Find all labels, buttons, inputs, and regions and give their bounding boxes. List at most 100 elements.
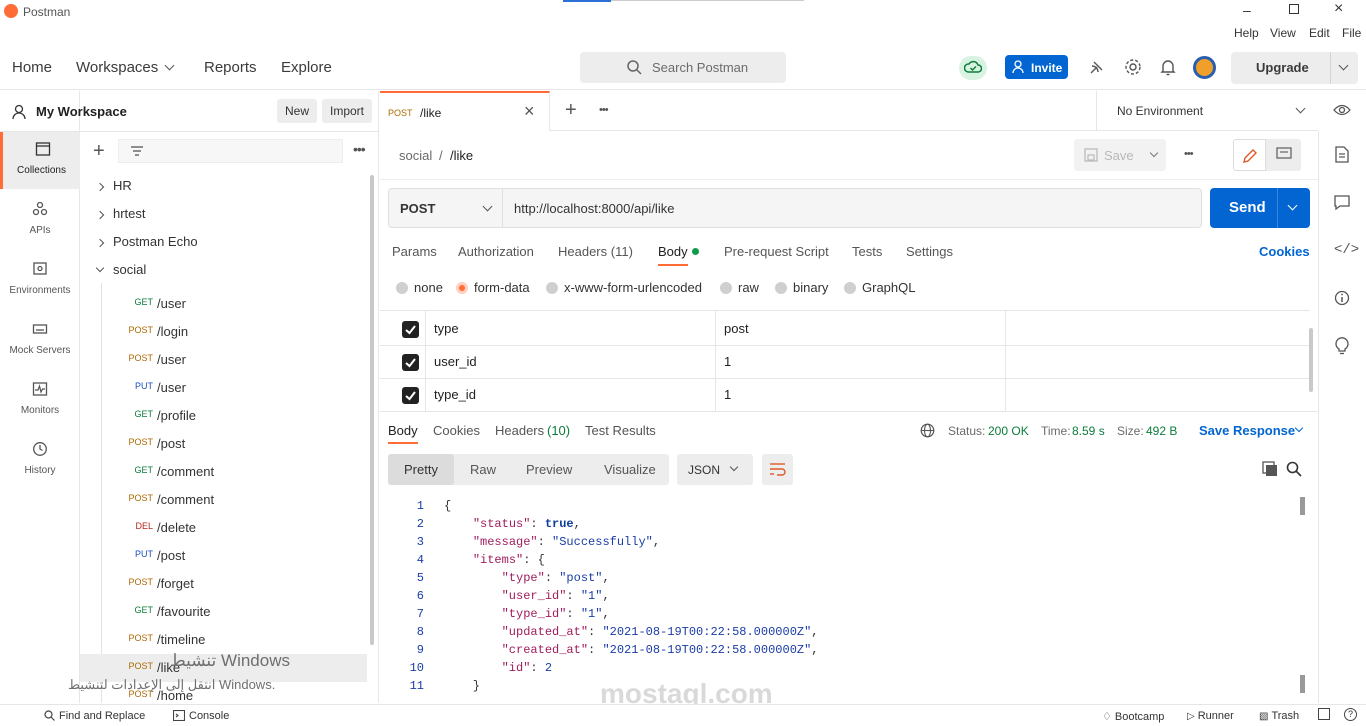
satellite-icon[interactable] [1088,58,1106,76]
form-value[interactable]: 1 [724,387,731,402]
console-button[interactable]: Console [173,710,229,722]
sidebar-request-item[interactable]: POST/forget [80,570,367,598]
collection-postman-echo[interactable]: Postman Echo [95,234,198,249]
status-value[interactable]: 200 OK [988,424,1029,438]
nav-monitors[interactable]: Monitors [0,371,80,429]
code-scrollbar[interactable] [1300,497,1305,515]
tab-pre-request-script[interactable]: Pre-request Script [724,244,829,259]
avatar[interactable] [1193,56,1216,79]
breadcrumb-collection[interactable]: social [399,148,432,163]
menu-view[interactable]: View [1270,26,1296,40]
more-options-icon[interactable]: ••• [353,141,366,157]
close-tab-icon[interactable]: × [524,101,535,122]
sidebar-scrollbar[interactable] [370,175,374,645]
response-tab-headers[interactable]: Headers [495,423,544,438]
bootcamp-button[interactable]: ♢ Bootcamp [1102,710,1164,723]
sidebar-request-item[interactable]: PUT/user [80,374,367,402]
menu-file[interactable]: File [1342,26,1361,40]
body-mode-raw[interactable]: raw [720,280,759,295]
view-mode-visualize[interactable]: Visualize [604,462,656,477]
nav-collections[interactable]: Collections [0,131,80,189]
sidebar-request-item[interactable]: GET/profile [80,402,367,430]
response-tab-cookies[interactable]: Cookies [433,423,480,438]
nav-explore[interactable]: Explore [281,59,332,76]
nav-apis[interactable]: APIs [0,191,80,249]
gear-icon[interactable] [1124,58,1142,76]
tab-body[interactable]: Body [658,244,688,259]
body-mode-form-data[interactable]: form-data [456,280,530,295]
tab-tests[interactable]: Tests [852,244,882,259]
url-input[interactable]: http://localhost:8000/api/like [503,188,1202,228]
runner-button[interactable]: ▷ Runner [1187,710,1234,722]
collection-hr[interactable]: HR [95,178,132,193]
body-mode-urlencoded[interactable]: x-www-form-urlencoded [546,280,702,295]
search-input[interactable]: Search Postman [580,52,786,83]
time-value[interactable]: 8.59 s [1072,424,1105,438]
collection-hrtest[interactable]: hrtest [95,206,146,221]
form-value[interactable]: post [724,321,749,336]
sidebar-request-item[interactable]: POST/user [80,346,367,374]
sidebar-request-item[interactable]: POST/post [80,430,367,458]
comment-icon[interactable] [1266,139,1301,171]
minimize-icon[interactable]: – [1243,2,1251,18]
sidebar-request-item[interactable]: DEL/delete [80,514,367,542]
invite-button[interactable]: Invite [1005,55,1068,79]
sidebar-request-item[interactable]: PUT/post [80,542,367,570]
form-key[interactable]: user_id [434,354,477,369]
chevron-down-icon[interactable] [1149,148,1159,158]
checkbox-checked-icon[interactable] [402,354,419,371]
chevron-down-icon[interactable] [164,60,175,71]
sidebar-request-item[interactable]: GET/comment [80,458,367,486]
save-response-button[interactable]: Save Response [1199,423,1295,438]
nav-environments[interactable]: Environments [0,251,80,309]
send-button[interactable]: Send [1210,188,1310,228]
form-scrollbar[interactable] [1309,328,1313,392]
form-value[interactable]: 1 [724,354,731,369]
restore-icon[interactable] [1289,4,1299,14]
response-tab-body[interactable]: Body [388,423,418,438]
code-scrollbar-bottom[interactable] [1300,675,1305,693]
filter-input[interactable] [118,139,343,163]
size-value[interactable]: 492 B [1146,424,1177,438]
find-replace-button[interactable]: Find and Replace [44,710,145,722]
nav-home[interactable]: Home [12,59,52,76]
response-tab-test-results[interactable]: Test Results [585,423,656,438]
lightbulb-icon[interactable] [1335,337,1349,355]
view-mode-pretty[interactable]: Pretty [388,454,454,485]
trash-button[interactable]: ▧ Trash [1259,710,1299,722]
sidebar-request-item[interactable]: POST/login [80,318,367,346]
collection-social[interactable]: social [95,262,146,277]
cookies-link[interactable]: Cookies [1259,244,1310,259]
tab-params[interactable]: Params [392,244,437,259]
menu-edit[interactable]: Edit [1309,26,1330,40]
right-eye-icon[interactable] [1333,103,1351,117]
globe-icon[interactable] [920,423,935,438]
new-button[interactable]: New [277,99,317,123]
view-mode-raw[interactable]: Raw [470,462,496,477]
comments-icon[interactable] [1334,195,1350,210]
chevron-down-icon[interactable] [1287,200,1298,211]
response-code-editor[interactable]: 1 {2 "status": true, 3 "message": "Success… [380,497,1310,695]
search-icon[interactable] [1286,461,1302,477]
method-select[interactable]: POST [388,188,503,228]
code-snippet-icon[interactable]: </> [1334,242,1359,258]
sidebar-request-item[interactable]: GET/favourite [80,598,367,626]
form-key[interactable]: type_id [434,387,476,402]
nav-mock-servers[interactable]: Mock Servers [0,311,80,369]
close-window-icon[interactable]: × [1334,0,1343,18]
body-mode-none[interactable]: none [396,280,443,295]
sidebar-request-item[interactable]: GET/user [80,290,367,318]
checkbox-checked-icon[interactable] [402,387,419,404]
new-tab-icon[interactable]: + [565,99,577,122]
tab-options-icon[interactable]: ••• [599,104,609,116]
format-select[interactable]: JSON [677,454,753,485]
chevron-down-icon[interactable] [1338,60,1349,71]
tab-headers[interactable]: Headers (11) [558,244,633,259]
body-mode-binary[interactable]: binary [775,280,828,295]
edit-icon[interactable] [1233,139,1266,171]
wrap-lines-button[interactable] [762,454,793,485]
add-collection-icon[interactable]: + [93,140,105,163]
form-key[interactable]: type [434,321,459,336]
environment-select[interactable]: No Environment [1096,91,1318,131]
nav-workspaces[interactable]: Workspaces [76,59,158,76]
